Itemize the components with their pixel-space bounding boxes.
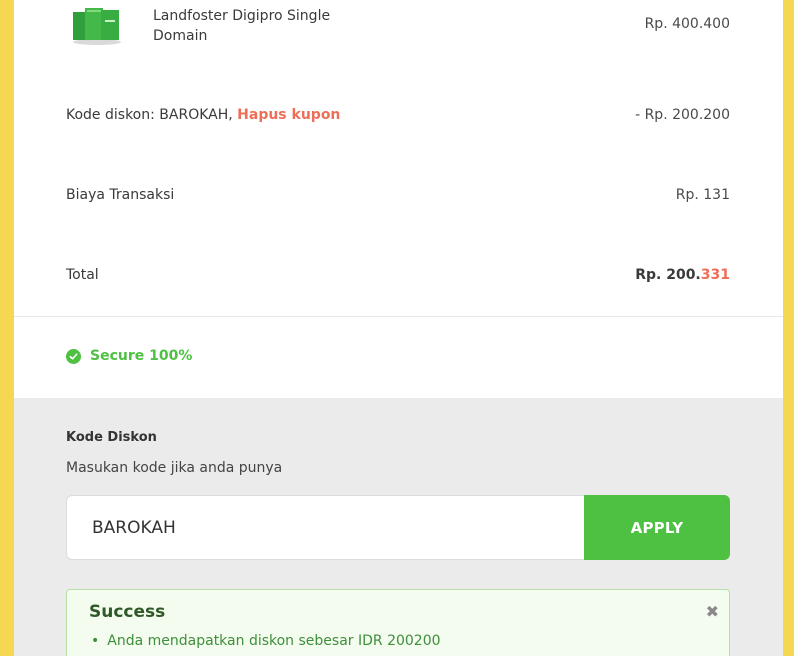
total-amount: Rp. 200.331 bbox=[635, 267, 730, 283]
close-icon[interactable]: ✖ bbox=[706, 602, 719, 621]
remove-coupon-link[interactable]: Hapus kupon bbox=[237, 107, 340, 123]
total-amount-accent: 331 bbox=[700, 267, 730, 283]
discount-code-form: APPLY bbox=[66, 495, 730, 560]
product-box-image bbox=[70, 4, 124, 46]
success-alert: Success ✖ • Anda mendapatkan diskon sebes… bbox=[66, 589, 730, 656]
apply-button[interactable]: APPLY bbox=[584, 495, 730, 560]
transaction-fee-amount: Rp. 131 bbox=[675, 187, 730, 203]
success-message: • Anda mendapatkan diskon sebesar IDR 200… bbox=[91, 633, 441, 649]
secure-badge: Secure 100% bbox=[66, 348, 192, 364]
check-circle-icon bbox=[66, 348, 81, 364]
discount-code-subtitle: Masukan kode jika anda punya bbox=[66, 460, 283, 476]
discount-code-text: Kode diskon: BAROKAH, bbox=[66, 107, 233, 123]
discount-code-title: Kode Diskon bbox=[66, 430, 157, 445]
discount-row-label: Kode diskon: BAROKAH, Hapus kupon bbox=[66, 107, 340, 123]
checkout-summary-card: Landfoster Digipro Single Domain Rp. 400… bbox=[14, 0, 783, 656]
bullet-icon: • bbox=[91, 633, 100, 649]
total-label: Total bbox=[66, 267, 99, 283]
discount-code-input[interactable] bbox=[66, 495, 584, 560]
product-price: Rp. 400.400 bbox=[644, 16, 730, 32]
secure-label: Secure 100% bbox=[90, 348, 193, 364]
discount-amount: - Rp. 200.200 bbox=[635, 107, 730, 123]
product-name: Landfoster Digipro Single Domain bbox=[153, 8, 331, 44]
success-title: Success bbox=[89, 602, 166, 622]
success-message-text: Anda mendapatkan diskon sebesar IDR 2002… bbox=[107, 633, 441, 649]
transaction-fee-label: Biaya Transaksi bbox=[66, 187, 175, 203]
total-amount-main: Rp. 200. bbox=[635, 267, 701, 283]
discount-code-panel: Kode Diskon Masukan kode jika anda punya… bbox=[14, 398, 783, 656]
divider bbox=[14, 316, 783, 317]
